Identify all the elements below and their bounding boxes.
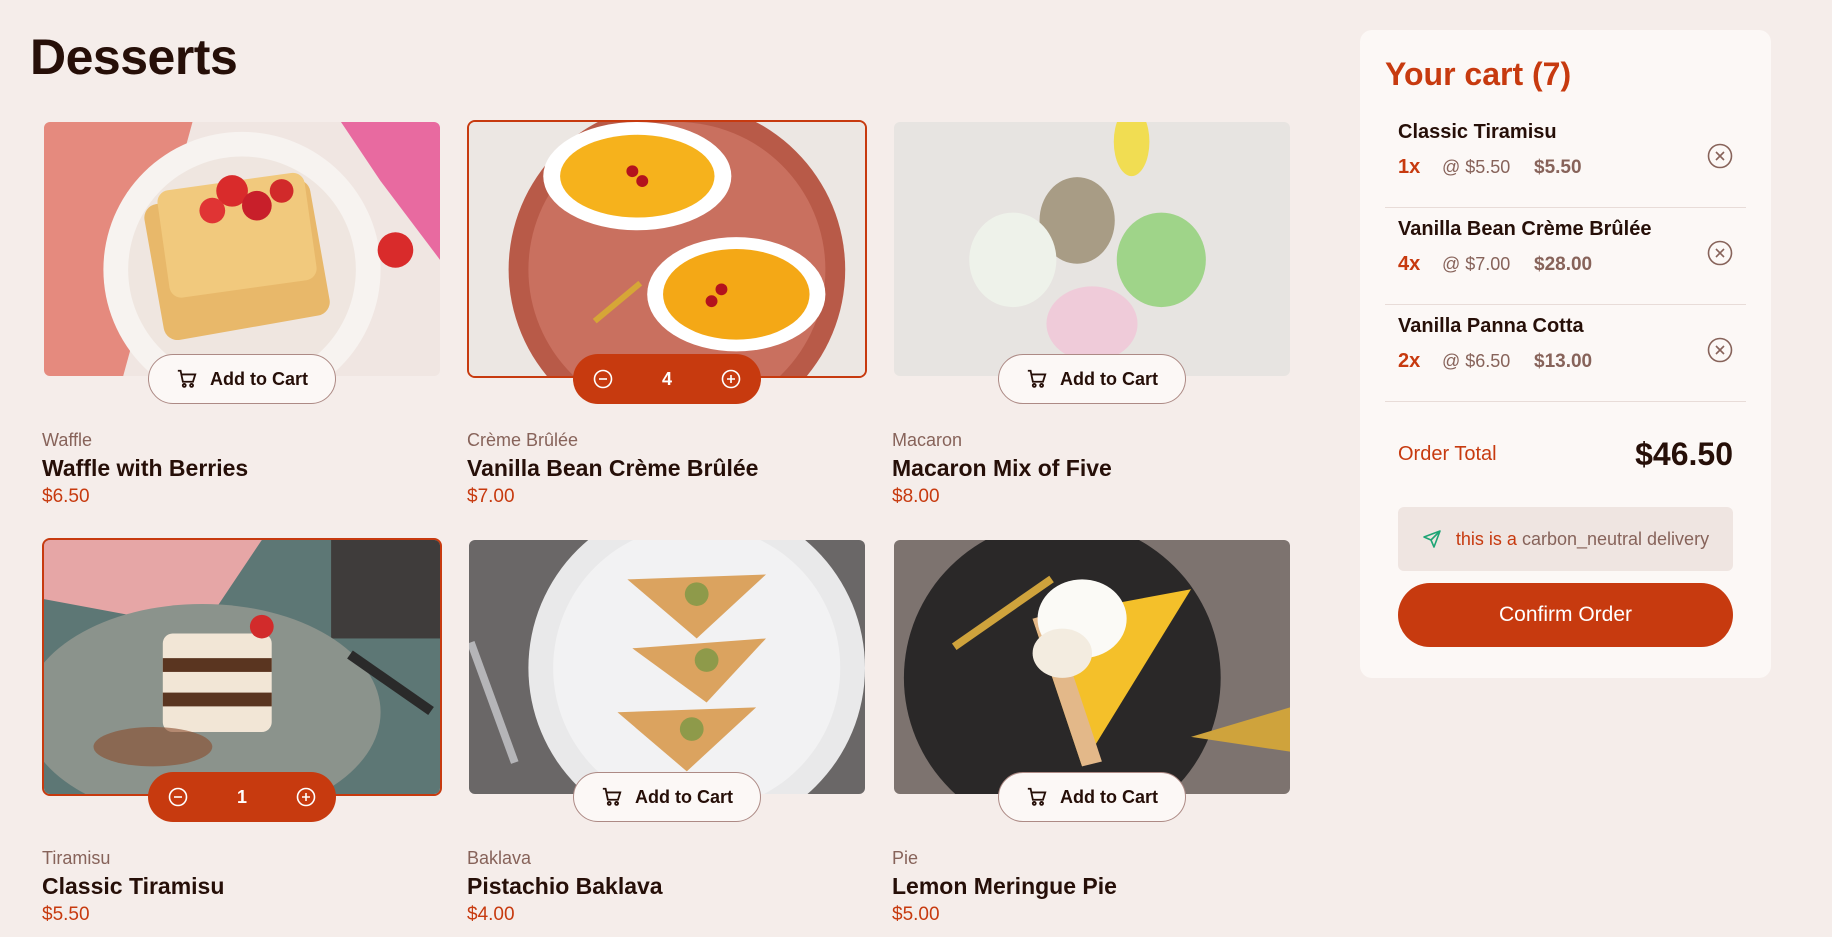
cart-icon	[176, 368, 198, 390]
cart-panel: Your cart (7) Classic Tiramisu 1x @ $5.5…	[1360, 30, 1771, 678]
cart-icon	[1026, 368, 1048, 390]
cart-item-unit-price: @ $6.50	[1442, 351, 1511, 371]
cart-item: Classic Tiramisu 1x @ $5.50 $5.50	[1385, 111, 1746, 208]
send-icon	[1422, 529, 1442, 549]
increment-icon[interactable]	[721, 369, 741, 389]
cart-item-total: $13.00	[1534, 351, 1593, 372]
product-name: Lemon Meringue Pie	[892, 873, 1117, 899]
product-category: Pie	[892, 848, 919, 868]
product-name: Classic Tiramisu	[42, 873, 225, 899]
add-to-cart-button[interactable]: Add to Cart	[148, 354, 336, 404]
cart-item-unit-price: @ $5.50	[1442, 157, 1511, 177]
add-to-cart-button[interactable]: Add to Cart	[573, 772, 761, 822]
cart-icon	[601, 786, 623, 808]
order-total: Order Total $46.50	[1385, 436, 1746, 473]
remove-item-icon[interactable]	[1707, 337, 1733, 363]
decrement-icon[interactable]	[168, 787, 188, 807]
quantity-value: 1	[236, 786, 247, 807]
product-category: Baklava	[467, 848, 532, 868]
add-to-cart-label: Add to Cart	[210, 368, 308, 389]
carbon-note-text: carbon_neutral delivery	[1521, 528, 1710, 549]
cart-item: Vanilla Panna Cotta 2x @ $6.50 $13.00	[1385, 305, 1746, 402]
product-card-creme-brulee: 4 Crème Brûlée Vanilla Bean Crème Brûlée…	[467, 120, 867, 508]
cart-item-quantity: 2x	[1398, 350, 1421, 372]
cart-item-name: Vanilla Bean Crème Brûlée	[1398, 218, 1652, 240]
quantity-stepper: 4	[573, 354, 761, 404]
product-price: $6.50	[42, 486, 90, 507]
product-image	[892, 120, 1292, 378]
product-category: Macaron	[892, 430, 963, 450]
product-image	[42, 538, 442, 796]
product-image	[42, 120, 442, 378]
product-image	[467, 538, 867, 796]
product-card-pie: Add to Cart Pie Lemon Meringue Pie $5.00	[892, 538, 1292, 926]
product-category: Tiramisu	[42, 848, 111, 868]
add-to-cart-button[interactable]: Add to Cart	[998, 772, 1186, 822]
add-to-cart-button[interactable]: Add to Cart	[998, 354, 1186, 404]
remove-item-icon[interactable]	[1707, 240, 1733, 266]
cart-item-total: $28.00	[1534, 254, 1593, 275]
product-image	[892, 538, 1292, 796]
cart-item-total: $5.50	[1534, 157, 1582, 178]
product-category: Crème Brûlée	[467, 430, 579, 450]
product-card-macaron: Add to Cart Macaron Macaron Mix of Five …	[892, 120, 1292, 508]
product-price: $8.00	[892, 486, 940, 507]
add-to-cart-label: Add to Cart	[1060, 786, 1158, 807]
order-total-value: $46.50	[1635, 436, 1733, 472]
product-name: Macaron Mix of Five	[892, 455, 1112, 481]
add-to-cart-label: Add to Cart	[635, 786, 733, 807]
increment-icon[interactable]	[296, 787, 316, 807]
add-to-cart-label: Add to Cart	[1060, 368, 1158, 389]
product-name: Pistachio Baklava	[467, 873, 663, 899]
quantity-value: 4	[661, 368, 672, 389]
cart-item-name: Classic Tiramisu	[1398, 121, 1557, 143]
order-total-label: Order Total	[1398, 443, 1497, 465]
product-name: Waffle with Berries	[42, 455, 249, 481]
decrement-icon[interactable]	[593, 369, 613, 389]
cart-item-name: Vanilla Panna Cotta	[1398, 315, 1584, 337]
cart-item-quantity: 1x	[1398, 156, 1421, 178]
product-card-tiramisu: 1 Tiramisu Classic Tiramisu $5.50	[42, 538, 442, 926]
page-title: Desserts	[30, 29, 238, 85]
cart-title: Your cart (7)	[1385, 56, 1572, 92]
product-image	[467, 120, 867, 378]
product-category: Waffle	[42, 430, 93, 450]
remove-item-icon[interactable]	[1707, 143, 1733, 169]
cart-list: Classic Tiramisu 1x @ $5.50 $5.50 Vanill…	[1385, 111, 1746, 402]
quantity-stepper: 1	[148, 772, 336, 822]
product-price: $5.50	[42, 904, 90, 925]
carbon-neutral-note: this is a carbon_neutral delivery	[1398, 507, 1733, 571]
product-price: $7.00	[467, 486, 515, 507]
product-price: $4.00	[467, 904, 515, 925]
product-card-baklava: Add to Cart Baklava Pistachio Baklava $4…	[467, 538, 867, 926]
product-card-waffle: Add to Cart Waffle Waffle with Berries $…	[42, 120, 442, 508]
cart-item: Vanilla Bean Crème Brûlée 4x @ $7.00 $28…	[1385, 208, 1746, 305]
cart-item-quantity: 4x	[1398, 253, 1421, 275]
cart-icon	[1026, 786, 1048, 808]
product-name: Vanilla Bean Crème Brûlée	[467, 455, 759, 481]
confirm-order-button[interactable]: Confirm Order	[1398, 583, 1733, 647]
carbon-note-lead: this is a	[1455, 528, 1517, 549]
cart-item-unit-price: @ $7.00	[1442, 254, 1511, 274]
product-price: $5.00	[892, 904, 940, 925]
